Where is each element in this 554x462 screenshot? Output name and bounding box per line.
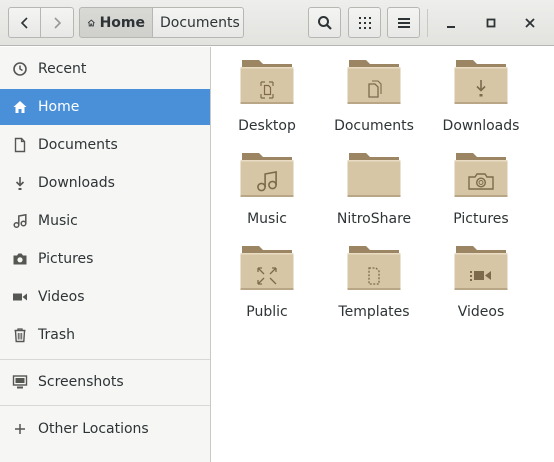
- chevron-right-icon: [54, 16, 62, 29]
- sidebar-separator: [0, 405, 210, 406]
- sidebar-item-downloads[interactable]: Downloads: [0, 165, 210, 201]
- sidebar-item-trash[interactable]: Trash: [0, 317, 210, 353]
- folder-icon: [240, 60, 294, 104]
- folder-documents[interactable]: Documents: [324, 56, 424, 146]
- sidebar-item-label: Pictures: [38, 251, 94, 267]
- folder-icon: [347, 153, 401, 197]
- folder-icon: [347, 60, 401, 104]
- clock-icon: [12, 61, 28, 77]
- folder-icon: [240, 153, 294, 197]
- folder-label: Music: [247, 211, 287, 227]
- sidebar-item-other-locations[interactable]: Other Locations: [0, 411, 210, 447]
- search-icon: [317, 15, 332, 30]
- sidebar-item-label: Home: [38, 99, 80, 115]
- sidebar-item-label: Videos: [38, 289, 85, 305]
- home-icon: [87, 18, 95, 26]
- document-icon: [12, 137, 28, 153]
- minimize-button[interactable]: [440, 12, 462, 34]
- menu-button[interactable]: [387, 7, 420, 38]
- close-icon: [525, 18, 535, 28]
- navigation-buttons: [8, 7, 74, 38]
- sidebar-item-recent[interactable]: Recent: [0, 51, 210, 87]
- sidebar-separator: [0, 359, 210, 360]
- folder-downloads[interactable]: Downloads: [431, 56, 531, 146]
- camera-icon: [12, 251, 28, 267]
- sidebar-item-label: Documents: [38, 137, 118, 153]
- plus-icon: [12, 421, 28, 437]
- folder-label: NitroShare: [336, 211, 412, 227]
- header-bar: Home Documents: [0, 0, 554, 46]
- sidebar-item-pictures[interactable]: Pictures: [0, 241, 210, 277]
- file-view: Desktop Documents Downloads Music NitroShare…: [211, 47, 554, 462]
- sidebar-item-label: Trash: [38, 327, 75, 343]
- home-icon: [12, 99, 28, 115]
- sidebar-item-label: Music: [38, 213, 78, 229]
- path-bar: Home Documents: [79, 7, 244, 38]
- folder-label: Pictures: [453, 211, 509, 227]
- folder-icon: [454, 60, 508, 104]
- sidebar-item-videos[interactable]: Videos: [0, 279, 210, 315]
- chevron-left-icon: [20, 16, 28, 29]
- back-button[interactable]: [8, 7, 41, 38]
- folder-icon: [454, 153, 508, 197]
- maximize-icon: [486, 18, 496, 28]
- grid-view-icon: [358, 16, 371, 29]
- view-mode-button[interactable]: [348, 7, 381, 38]
- sidebar-item-home[interactable]: Home: [0, 89, 210, 125]
- folder-icon: [454, 246, 508, 290]
- sidebar-item-screenshots[interactable]: Screenshots: [0, 364, 210, 400]
- sidebar-item-music[interactable]: Music: [0, 203, 210, 239]
- places-sidebar: Recent Home Documents Downloads Music Pi…: [0, 47, 211, 462]
- close-button[interactable]: [519, 12, 541, 34]
- folder-nitroshare[interactable]: NitroShare: [324, 149, 424, 239]
- path-documents-label: Documents: [160, 14, 240, 31]
- folder-icon: [347, 246, 401, 290]
- path-home-label: Home: [99, 14, 145, 31]
- folder-label: Public: [246, 304, 288, 320]
- folder-icon: [240, 246, 294, 290]
- folder-label: Downloads: [442, 118, 520, 134]
- folder-pictures[interactable]: Pictures: [431, 149, 531, 239]
- sidebar-item-label: Downloads: [38, 175, 115, 191]
- path-documents-button[interactable]: Documents: [153, 7, 244, 38]
- music-icon: [12, 213, 28, 229]
- drive-icon: [12, 374, 28, 390]
- video-icon: [12, 289, 28, 305]
- folder-label: Templates: [338, 304, 410, 320]
- sidebar-item-documents[interactable]: Documents: [0, 127, 210, 163]
- forward-button[interactable]: [41, 7, 74, 38]
- minimize-icon: [447, 26, 455, 28]
- maximize-button[interactable]: [480, 12, 502, 34]
- folder-public[interactable]: Public: [217, 242, 317, 332]
- folder-templates[interactable]: Templates: [324, 242, 424, 332]
- folder-desktop[interactable]: Desktop: [217, 56, 317, 146]
- trash-icon: [12, 327, 28, 343]
- search-button[interactable]: [308, 7, 341, 38]
- folder-music[interactable]: Music: [217, 149, 317, 239]
- sidebar-item-label: Screenshots: [38, 374, 124, 390]
- folder-label: Documents: [334, 118, 414, 134]
- header-separator: [427, 9, 428, 37]
- folder-label: Desktop: [238, 118, 296, 134]
- folder-videos[interactable]: Videos: [431, 242, 531, 332]
- folder-label: Videos: [457, 304, 505, 320]
- path-home-button[interactable]: Home: [79, 7, 153, 38]
- hamburger-menu-icon: [397, 17, 410, 28]
- download-icon: [12, 175, 28, 191]
- sidebar-item-label: Other Locations: [38, 421, 149, 437]
- sidebar-item-label: Recent: [38, 61, 87, 77]
